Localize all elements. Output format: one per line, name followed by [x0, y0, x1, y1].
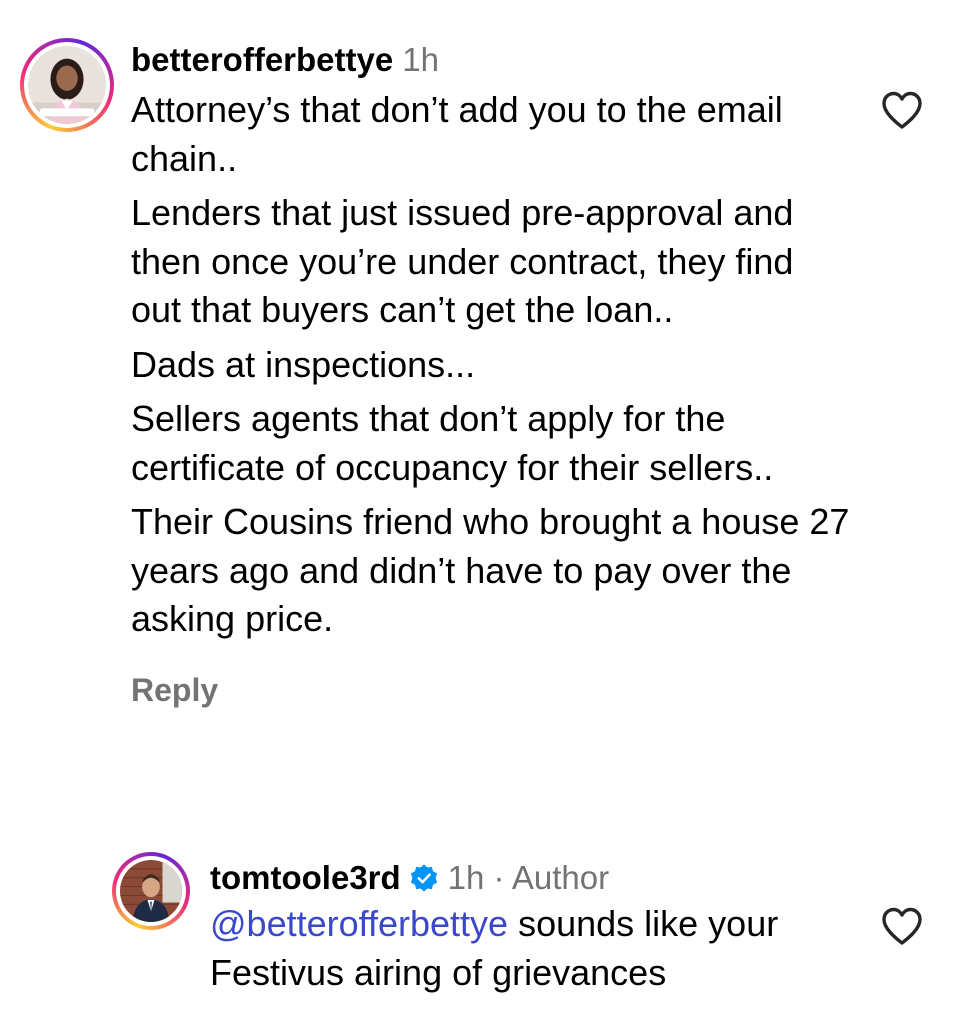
verified-badge-icon: [409, 863, 439, 893]
timestamp-author-label: 1h · Author: [447, 859, 610, 896]
timestamp: 1h: [402, 41, 439, 78]
story-ring[interactable]: [112, 852, 190, 930]
comment-header: betterofferbettye 1h: [131, 38, 851, 82]
avatar-photo-icon: [120, 860, 182, 922]
avatar[interactable]: [28, 46, 106, 124]
username[interactable]: tomtoole3rd: [210, 856, 401, 900]
reply-content: tomtoole3rd 1h · Author @betterofferbett…: [210, 856, 860, 997]
story-ring[interactable]: [20, 38, 114, 132]
heart-outline-icon[interactable]: [880, 906, 924, 946]
comment-paragraph: Attorney’s that don’t add you to the ema…: [131, 89, 783, 179]
comment-content: betterofferbettye 1h Attorney’s that don…: [131, 38, 851, 710]
username[interactable]: betterofferbettye: [131, 38, 393, 82]
comment-paragraph: Lenders that just issued pre-approval an…: [131, 192, 794, 330]
avatar-photo-icon: [28, 46, 106, 124]
comment-paragraph: Their Cousins friend who brought a house…: [131, 501, 850, 639]
comment-paragraph: Dads at inspections...: [131, 343, 476, 385]
comment-paragraph: Sellers agents that don’t apply for the …: [131, 398, 774, 488]
heart-outline-icon[interactable]: [880, 90, 924, 130]
mention-link[interactable]: @betterofferbettye: [210, 903, 508, 944]
reply-text: @betterofferbettye sounds like your Fest…: [210, 900, 860, 997]
comment-header: tomtoole3rd 1h · Author: [210, 856, 860, 900]
reply-button[interactable]: Reply: [131, 670, 851, 710]
avatar[interactable]: [120, 860, 182, 922]
